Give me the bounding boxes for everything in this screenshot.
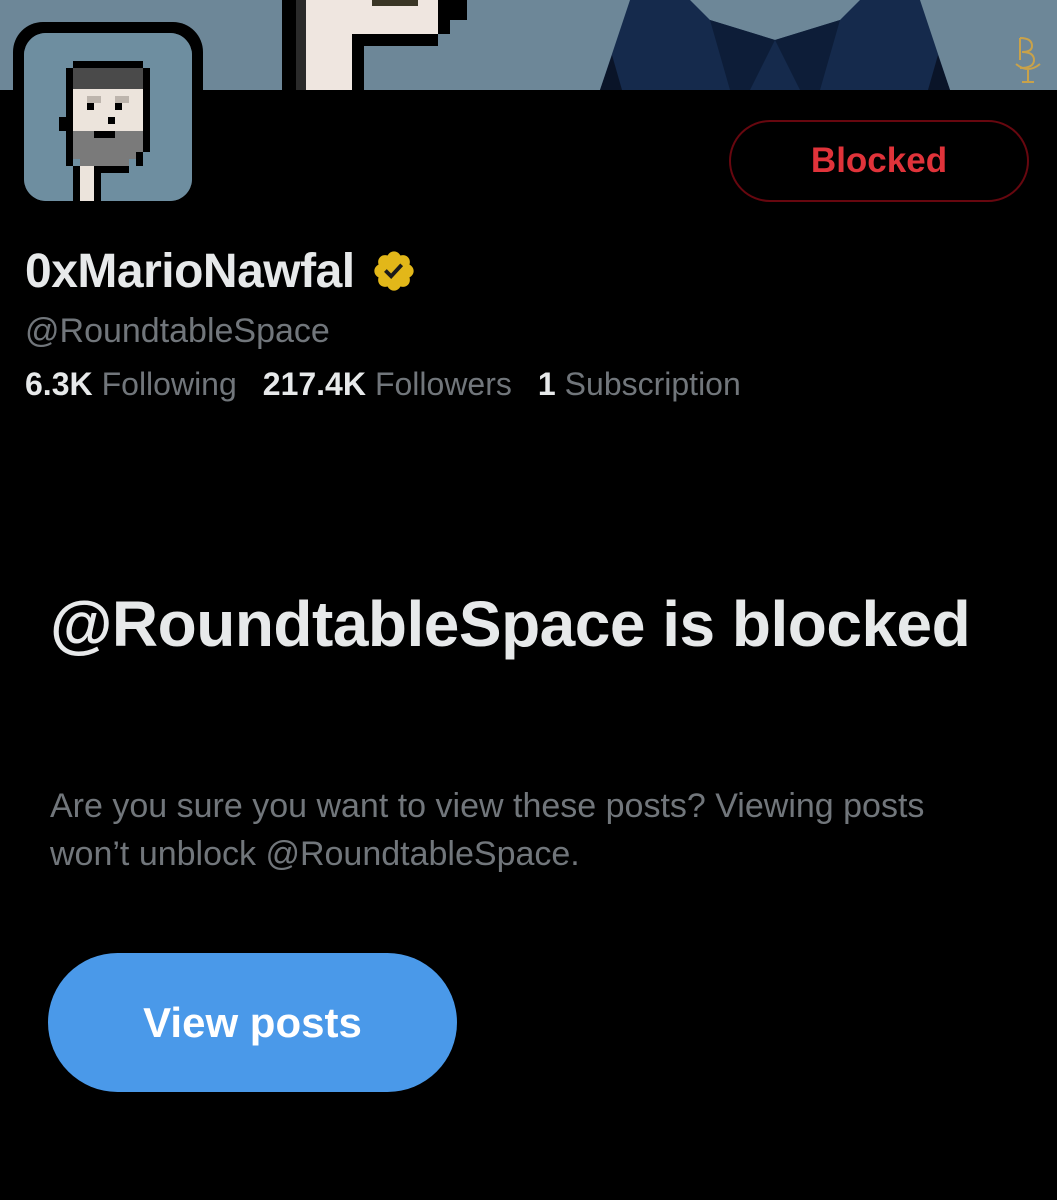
following-label: Following (101, 366, 237, 402)
following-stat[interactable]: 6.3K Following (25, 366, 237, 403)
banner-person-image (600, 0, 950, 90)
blocked-notice-title: @RoundtableSpace is blocked (50, 588, 971, 660)
subscription-count: 1 (537, 366, 556, 402)
avatar-pixel-punk-image (24, 33, 192, 201)
followers-count: 217.4K (262, 366, 366, 402)
blocked-notice-description: Are you sure you want to view these post… (50, 787, 925, 873)
avatar-frame[interactable] (13, 22, 203, 212)
followers-stat[interactable]: 217.4K Followers (263, 366, 512, 403)
avatar[interactable] (24, 33, 192, 201)
blocked-button[interactable]: Blocked (729, 120, 1029, 202)
followers-label: Followers (374, 366, 512, 402)
banner-pixel-art-image (282, 0, 467, 90)
subscription-stat[interactable]: 1 Subscription (538, 366, 741, 403)
display-name: 0xMarioNawfal (25, 244, 355, 298)
profile-handle: @RoundtableSpace (25, 312, 330, 350)
profile-name-row: 0xMarioNawfal (25, 236, 417, 306)
profile-stats: 6.3K Following 217.4K Followers 1 Subscr… (25, 366, 767, 403)
following-count: 6.3K (25, 366, 93, 402)
banner-logo-icon (1015, 37, 1041, 83)
subscription-label: Subscription (564, 366, 741, 402)
verified-badge-icon[interactable] (371, 248, 417, 294)
view-posts-button[interactable]: View posts (48, 953, 457, 1092)
